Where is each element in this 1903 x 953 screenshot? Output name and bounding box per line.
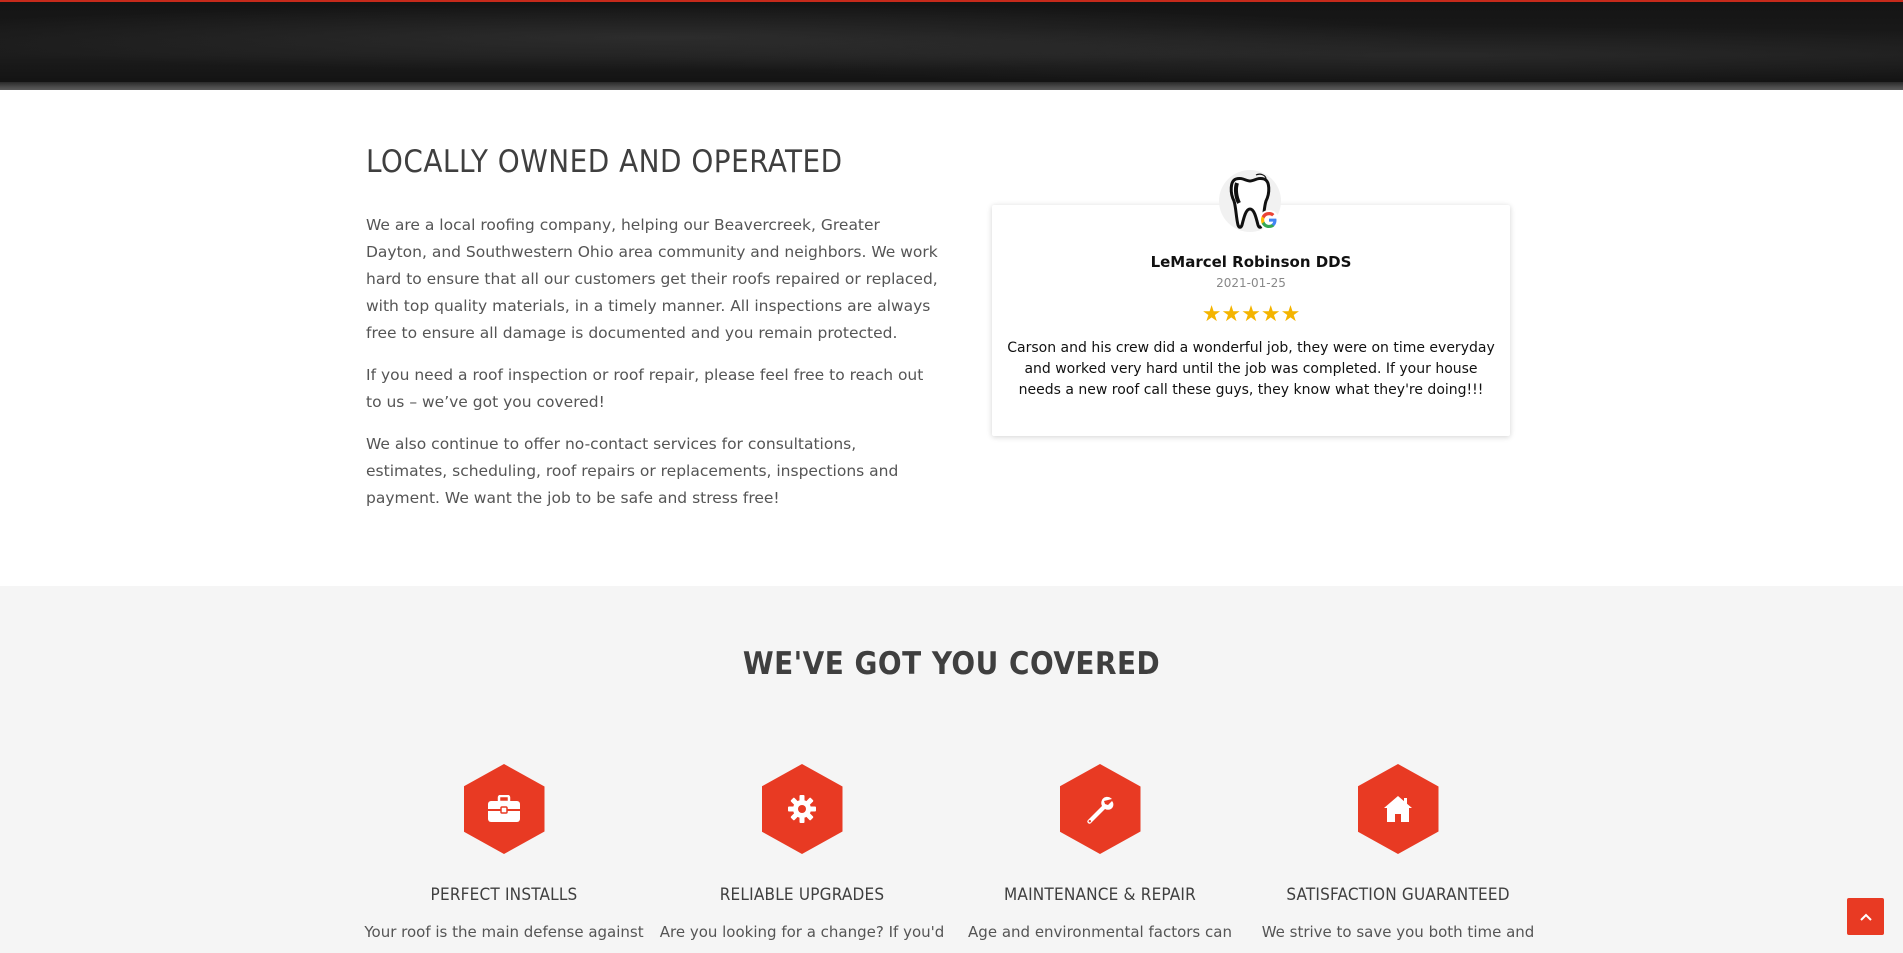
feature-perfect-installs: PERFECT INSTALLS Your roof is the main d…: [355, 764, 653, 944]
chevron-up-icon: [1859, 913, 1872, 921]
about-paragraph: We also continue to offer no-contact ser…: [366, 435, 899, 507]
review-text: Carson and his crew did a wonderful job,…: [1007, 340, 1495, 398]
reviewer-avatar[interactable]: [1219, 170, 1281, 232]
about-paragraph: We are a local roofing company, helping …: [366, 216, 938, 342]
feature-icon-badge: [1357, 764, 1439, 854]
feature-icon-badge: [1059, 764, 1141, 854]
about-title: LOCALLY OWNED AND OPERATED: [366, 144, 843, 180]
feature-text: We strive to save you both time and: [1261, 923, 1535, 941]
wrench-icon: [1087, 796, 1114, 824]
reviewer-name[interactable]: LeMarcel Robinson DDS: [992, 253, 1510, 271]
gear-icon: [788, 795, 816, 823]
feature-reliable-upgrades: RELIABLE UPGRADES Are you looking for a …: [653, 764, 951, 944]
hero-banner: [0, 0, 1903, 90]
services-section: WE'VE GOT YOU COVERED PERFECT INSTALLS Y…: [0, 586, 1903, 953]
feature-title: RELIABLE UPGRADES: [719, 885, 885, 905]
about-text: We are a local roofing company, helping …: [366, 212, 942, 527]
review-date: 2021-01-25: [1216, 276, 1286, 290]
hero-bottom-edge: [0, 82, 1903, 90]
feature-text: Age and environmental factors can: [968, 923, 1232, 941]
feature-title: MAINTENANCE & REPAIR: [1004, 885, 1196, 905]
feature-text: Your roof is the main defense against: [364, 923, 644, 941]
feature-icon-badge: [463, 764, 545, 854]
feature-satisfaction-guaranteed: SATISFACTION GUARANTEED We strive to sav…: [1249, 764, 1547, 944]
google-icon: [1259, 210, 1279, 230]
feature-icon-badge: [761, 764, 843, 854]
about-paragraph: If you need a roof inspection or roof re…: [366, 366, 924, 411]
feature-maintenance-repair: MAINTENANCE & REPAIR Age and environment…: [951, 764, 1249, 944]
star-rating: ★★★★★: [1201, 302, 1301, 327]
home-icon: [1384, 796, 1412, 822]
briefcase-icon: [488, 795, 520, 822]
feature-title: PERFECT INSTALLS: [430, 885, 578, 905]
services-title: WE'VE GOT YOU COVERED: [742, 646, 1161, 682]
about-section: LOCALLY OWNED AND OPERATED We are a loca…: [0, 90, 1903, 586]
feature-title: SATISFACTION GUARANTEED: [1286, 885, 1510, 905]
back-to-top-button[interactable]: [1847, 898, 1884, 935]
feature-text: Are you looking for a change? If you'd: [659, 923, 945, 941]
